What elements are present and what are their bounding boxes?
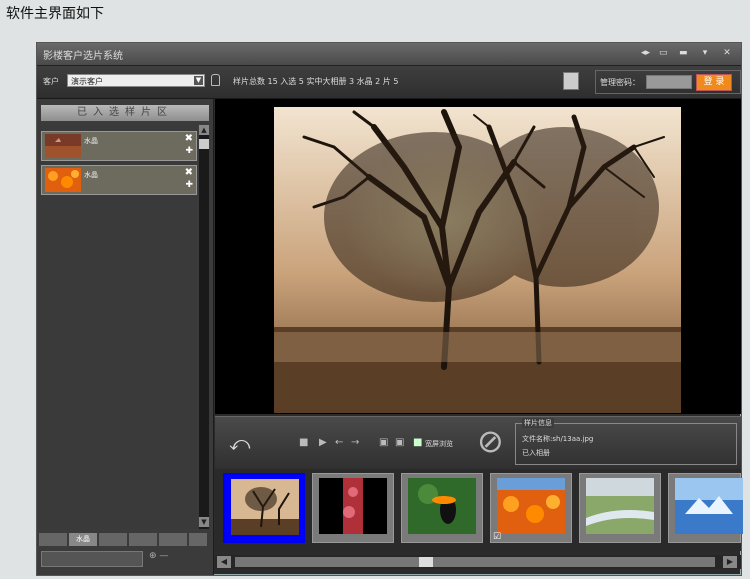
prev-icon[interactable]: ←: [335, 437, 343, 448]
stats-text: 样片总数 15 入选 5 实中大相册 3 水晶 2 片 5: [233, 77, 399, 86]
password-input[interactable]: [646, 75, 692, 89]
photo-info-panel: 样片信息 文件名称:sh/13aa.jpg 已入相册: [515, 418, 737, 465]
tab-5[interactable]: [159, 533, 187, 546]
top-toolbar: 客户 演示客户 ▼ 样片总数 15 入选 5 实中大相册 3 水晶 2 片 5 …: [37, 66, 741, 99]
chevron-down-icon[interactable]: ▼: [194, 76, 203, 85]
tree-sunset-image: [231, 479, 299, 535]
thumbnail-scrollbar[interactable]: ◀ ▶: [215, 555, 741, 569]
left-scrollbar[interactable]: ▲ ▼: [199, 125, 209, 529]
title-bar: 影楼客户选片系统 ◂▸ ▭ ▬ ▾ ✕: [37, 43, 741, 66]
thumbnail-river-landscape[interactable]: [579, 473, 661, 543]
view-mode-icon[interactable]: ▣: [379, 437, 388, 448]
tab-4[interactable]: [129, 533, 157, 546]
lock-icon[interactable]: [211, 74, 220, 86]
left-input[interactable]: [41, 551, 143, 567]
customer-select[interactable]: 演示客户 ▼: [67, 74, 205, 87]
thumbnail-icon: [45, 134, 81, 158]
scroll-down-icon[interactable]: ▼: [199, 517, 209, 527]
selected-panel: 已入选样片区 水晶 ✖ ✚ 水晶 ✖ ✚ ▲ ▼ 水晶 ⊕ —: [37, 99, 214, 575]
back-icon[interactable]: ⤺: [229, 431, 250, 455]
remove-icon[interactable]: ✖: [185, 133, 193, 144]
thumbnail-iceberg[interactable]: [668, 473, 743, 543]
iceberg-image: [675, 478, 743, 534]
category-tabs: 水晶: [39, 533, 209, 547]
thumbnail-icon: [45, 168, 81, 192]
tab-crystal[interactable]: 水晶: [69, 533, 97, 546]
remove-icon[interactable]: ✖: [185, 167, 193, 178]
scroll-up-icon[interactable]: ▲: [199, 125, 209, 135]
item-label: 水晶: [84, 171, 98, 179]
selected-list: 水晶 ✖ ✚ 水晶 ✖ ✚: [39, 125, 197, 529]
thumbnail-tree-sunset[interactable]: [223, 473, 305, 543]
customer-label: 客户: [43, 77, 59, 86]
customer-value: 演示客户: [71, 77, 103, 86]
control-bar: ⤺ ■ ▶ ← → ▣ ▣ ■ 宽屏浏览 ⊘ 样片信息 文件名称:sh/13aa…: [215, 416, 741, 469]
restore-icon[interactable]: ▭: [659, 49, 668, 58]
next-icon[interactable]: →: [351, 437, 359, 448]
move-icon[interactable]: ✚: [185, 146, 193, 156]
toucan-image: [408, 478, 476, 534]
main-photo: [274, 107, 681, 413]
selected-panel-header: 已入选样片区: [41, 105, 209, 121]
dropdown-icon[interactable]: ▾: [701, 49, 709, 58]
scroll-thumb[interactable]: [419, 557, 433, 567]
stop-icon[interactable]: ■: [299, 437, 308, 448]
photo-filename: 文件名称:sh/13aa.jpg: [522, 435, 594, 443]
orange-flowers-image: [497, 478, 565, 534]
red-pattern-image: [319, 478, 387, 534]
window-title: 影楼客户选片系统: [43, 51, 123, 62]
thumbnail-strip: ☑: [215, 469, 743, 551]
printer-icon[interactable]: [563, 72, 579, 90]
scroll-track[interactable]: [235, 557, 715, 567]
minimize-icon[interactable]: ▬: [679, 49, 688, 58]
thumbnail-orange-flowers[interactable]: ☑: [490, 473, 572, 543]
fullscreen-label: 宽屏浏览: [425, 440, 453, 448]
scroll-left-icon[interactable]: ◀: [217, 556, 231, 568]
close-icon[interactable]: ✕: [723, 49, 731, 58]
prohibit-icon[interactable]: ⊘: [477, 423, 504, 459]
left-bottom-button[interactable]: ⊕ —: [149, 551, 168, 561]
play-icon[interactable]: ▶: [319, 437, 327, 448]
password-label: 管理密码：: [600, 78, 640, 87]
move-icon[interactable]: ✚: [185, 180, 193, 190]
password-box: 管理密码： 登 录: [595, 70, 741, 94]
app-window: 影楼客户选片系统 ◂▸ ▭ ▬ ▾ ✕ 客户 演示客户 ▼ 样片总数 15 入选…: [36, 42, 743, 576]
photo-status: 已入相册: [522, 449, 550, 457]
minimize-mode-icon[interactable]: ◂▸: [641, 49, 650, 58]
page-caption: 软件主界面如下: [6, 6, 104, 22]
list-item[interactable]: 水晶 ✖ ✚: [41, 131, 197, 161]
photo-info-title: 样片信息: [522, 418, 554, 428]
scroll-right-icon[interactable]: ▶: [723, 556, 737, 568]
view-mode-2-icon[interactable]: ▣: [395, 437, 404, 448]
list-item[interactable]: 水晶 ✖ ✚: [41, 165, 197, 195]
item-label: 水晶: [84, 137, 98, 145]
river-landscape-image: [586, 478, 654, 534]
checked-icon[interactable]: ☑: [493, 532, 501, 542]
login-button[interactable]: 登 录: [696, 74, 732, 91]
photo-viewer: [215, 99, 741, 414]
tab-1[interactable]: [39, 533, 67, 546]
scroll-thumb[interactable]: [199, 139, 209, 149]
tab-6[interactable]: [189, 533, 207, 546]
fullscreen-checkbox[interactable]: ■: [413, 437, 422, 448]
tab-3[interactable]: [99, 533, 127, 546]
thumbnail-red-pattern[interactable]: [312, 473, 394, 543]
thumbnail-toucan[interactable]: [401, 473, 483, 543]
